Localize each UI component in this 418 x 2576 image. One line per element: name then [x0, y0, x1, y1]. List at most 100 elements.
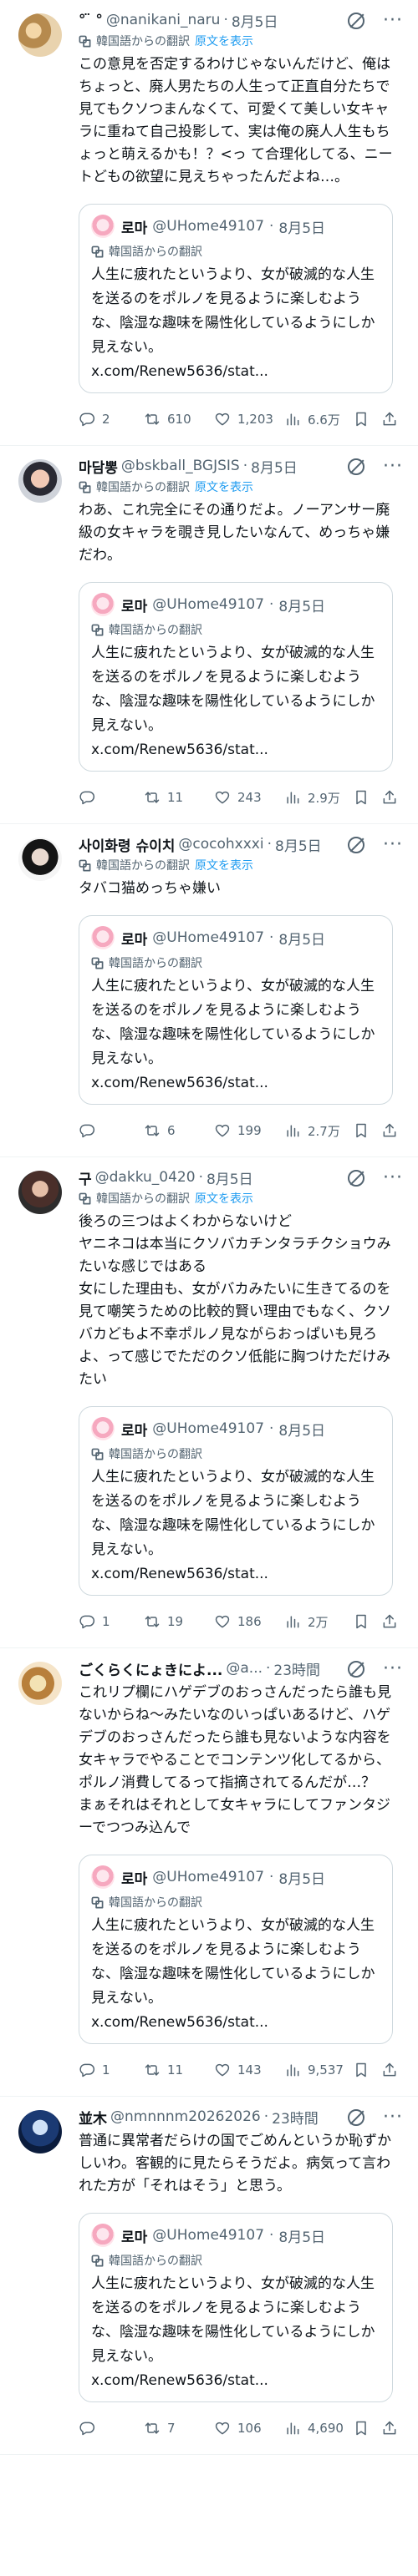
show-original-link[interactable]: 原文を表示: [195, 857, 253, 873]
quoted-post[interactable]: 로마 @UHome49107 · 8月5日 韓国語からの翻訳 人生に疲れたという…: [79, 2213, 393, 2402]
avatar[interactable]: [18, 459, 62, 503]
views-icon: [287, 2064, 299, 2077]
repost-button[interactable]: 7: [144, 2420, 214, 2437]
more-options-icon[interactable]: ···: [383, 1660, 403, 1678]
post-time[interactable]: 8月5日: [275, 834, 322, 855]
quoted-post[interactable]: 로마 @UHome49107 · 8月5日 韓国語からの翻訳 人生に疲れたという…: [79, 582, 393, 772]
post[interactable]: ··· ° ̈ ° @nanikani_naru · 8月5日 韓国語からの翻訳…: [0, 0, 418, 446]
post-time[interactable]: 8月5日: [232, 10, 278, 31]
quoted-post-link[interactable]: x.com/Renew5636/stat...: [91, 360, 380, 384]
user-handle[interactable]: @bskball_BGJSIS: [121, 458, 240, 474]
post[interactable]: ··· ごくらくにょきによ... @a... · 23時間 これリプ欄にハゲデブ…: [0, 1648, 418, 2097]
heart-icon: [215, 412, 230, 426]
user-handle[interactable]: @nmnnnm20262026: [110, 2108, 261, 2125]
display-name[interactable]: ° ̈ °: [79, 12, 103, 28]
views-button[interactable]: 9,537: [284, 2062, 353, 2078]
display-name[interactable]: ごくらくにょきによ...: [79, 1658, 222, 1679]
like-button[interactable]: 1,203: [214, 411, 284, 428]
grok-icon[interactable]: [348, 1661, 365, 1678]
share-button[interactable]: [381, 411, 398, 428]
like-button[interactable]: 243: [214, 789, 284, 806]
post[interactable]: ··· 구 @dakku_0420 · 8月5日 韓国語からの翻訳 原文を表示 …: [0, 1157, 418, 1648]
show-original-link[interactable]: 原文を表示: [195, 478, 253, 495]
quoted-post-link[interactable]: x.com/Renew5636/stat...: [91, 1562, 380, 1587]
more-options-icon[interactable]: ···: [383, 458, 403, 476]
repost-button[interactable]: 11: [144, 789, 214, 806]
like-button[interactable]: 143: [214, 2062, 284, 2078]
grok-icon[interactable]: [348, 2109, 365, 2126]
reply-button[interactable]: [79, 789, 144, 806]
user-handle[interactable]: @cocohxxxi: [178, 836, 263, 853]
reply-button[interactable]: 2: [79, 411, 144, 428]
quoted-post-link[interactable]: x.com/Renew5636/stat...: [91, 738, 380, 762]
share-button[interactable]: [381, 2062, 398, 2078]
bookmark-button[interactable]: [353, 411, 381, 428]
more-options-icon[interactable]: ···: [383, 836, 403, 854]
post[interactable]: ··· 마담뽕 @bskball_BGJSIS · 8月5日 韓国語からの翻訳 …: [0, 446, 418, 824]
like-button[interactable]: 186: [214, 1613, 284, 1630]
views-button[interactable]: 2.7万: [284, 1122, 353, 1140]
repost-button[interactable]: 6: [144, 1122, 214, 1139]
quoted-display-name: 로마: [121, 1422, 148, 1440]
grok-icon[interactable]: [348, 837, 365, 853]
quoted-post[interactable]: 로마 @UHome49107 · 8月5日 韓国語からの翻訳 人生に疲れたという…: [79, 915, 393, 1105]
like-button[interactable]: 199: [214, 1122, 284, 1139]
post-time[interactable]: 23時間: [273, 1658, 320, 1679]
like-button[interactable]: 106: [214, 2420, 284, 2437]
views-button[interactable]: 4,690: [284, 2420, 353, 2437]
display-name[interactable]: 마담뽕: [79, 456, 118, 477]
repost-button[interactable]: 11: [144, 2062, 214, 2078]
reply-button[interactable]: 1: [79, 2062, 144, 2078]
views-button[interactable]: 6.6万: [284, 411, 353, 428]
quoted-post-text: 人生に疲れたというより、女が破滅的な人生を送るのをポルノを見るように楽しむような…: [91, 1469, 375, 1558]
reply-button[interactable]: [79, 2420, 144, 2437]
quoted-post[interactable]: 로마 @UHome49107 · 8月5日 韓国語からの翻訳 人生に疲れたという…: [79, 1406, 393, 1596]
share-button[interactable]: [381, 789, 398, 806]
display-name[interactable]: 並木: [79, 2107, 107, 2128]
display-name[interactable]: 사이화령 슈이치: [79, 834, 175, 855]
post-time[interactable]: 23時間: [272, 2107, 319, 2128]
share-button[interactable]: [381, 2420, 398, 2437]
grok-icon[interactable]: [348, 13, 365, 29]
more-options-icon[interactable]: ···: [383, 2108, 403, 2127]
post-time[interactable]: 8月5日: [206, 1167, 253, 1188]
post[interactable]: ··· 並木 @nmnnnm20262026 · 23時間 普通に異常者だらけの…: [0, 2097, 418, 2455]
display-name[interactable]: 구: [79, 1167, 92, 1188]
more-options-icon[interactable]: ···: [383, 1169, 403, 1187]
quoted-post[interactable]: 로마 @UHome49107 · 8月5日 韓国語からの翻訳 人生に疲れたという…: [79, 1855, 393, 2044]
quoted-post-link[interactable]: x.com/Renew5636/stat...: [91, 2011, 380, 2035]
bookmark-button[interactable]: [353, 2062, 381, 2078]
quoted-post-link[interactable]: x.com/Renew5636/stat...: [91, 2369, 380, 2393]
reply-button[interactable]: 1: [79, 1613, 144, 1630]
avatar[interactable]: [18, 2110, 62, 2153]
post[interactable]: ··· 사이화령 슈이치 @cocohxxxi · 8月5日 韓国語からの翻訳 …: [0, 824, 418, 1157]
user-handle[interactable]: @nanikani_naru: [106, 12, 221, 28]
avatar[interactable]: [18, 13, 62, 57]
more-options-icon[interactable]: ···: [383, 12, 403, 30]
quoted-post[interactable]: 로마 @UHome49107 · 8月5日 韓国語からの翻訳 人生に疲れたという…: [79, 204, 393, 393]
reply-button[interactable]: [79, 1122, 144, 1139]
user-handle[interactable]: @dakku_0420: [95, 1169, 196, 1186]
avatar[interactable]: [18, 838, 62, 881]
quoted-post-link[interactable]: x.com/Renew5636/stat...: [91, 1071, 380, 1096]
post-time[interactable]: 8月5日: [251, 456, 298, 477]
bookmark-button[interactable]: [353, 1613, 381, 1630]
user-handle[interactable]: @a...: [226, 1660, 263, 1677]
avatar[interactable]: [18, 1171, 62, 1214]
show-original-link[interactable]: 原文を表示: [195, 33, 253, 49]
bookmark-button[interactable]: [353, 2420, 381, 2437]
grok-icon[interactable]: [348, 1170, 365, 1187]
share-icon: [383, 790, 396, 804]
views-button[interactable]: 2万: [284, 1613, 353, 1631]
grok-icon[interactable]: [348, 458, 365, 475]
bookmark-button[interactable]: [353, 1122, 381, 1139]
share-button[interactable]: [381, 1122, 398, 1139]
share-button[interactable]: [381, 1613, 398, 1630]
repost-button[interactable]: 610: [144, 411, 214, 428]
bookmark-button[interactable]: [353, 789, 381, 806]
repost-button[interactable]: 19: [144, 1613, 214, 1630]
views-button[interactable]: 2.9万: [284, 789, 353, 807]
show-original-link[interactable]: 原文を表示: [195, 1190, 253, 1207]
post-text: 後ろの三つはよくわからないけど ヤニネコは本当にクソバカチンタラチクショウみたい…: [79, 1213, 391, 1388]
avatar[interactable]: [18, 1662, 62, 1705]
